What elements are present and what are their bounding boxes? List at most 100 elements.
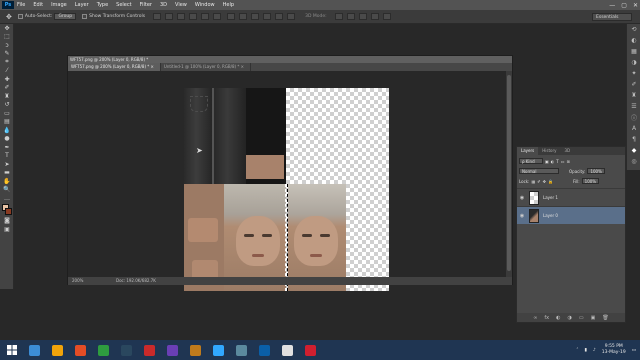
volume-icon[interactable]: ♪	[593, 348, 596, 353]
taskbar-app-icon[interactable]	[185, 340, 205, 360]
menu-file[interactable]: File	[17, 2, 25, 8]
channels-panel-icon[interactable]: ◎	[627, 156, 640, 167]
filter-type-icon[interactable]: T	[556, 159, 558, 164]
filter-shape-icon[interactable]: ▭	[561, 159, 565, 164]
distribute-left-icon[interactable]	[263, 13, 272, 20]
layers-panel-icon[interactable]: ◆	[627, 145, 640, 156]
marquee-tool-icon[interactable]: ⬚	[0, 33, 14, 42]
distribute-vcenter-icon[interactable]	[239, 13, 248, 20]
3d-roll-icon[interactable]	[346, 13, 355, 20]
lock-position-icon[interactable]: ✥	[543, 179, 546, 184]
hand-tool-icon[interactable]: ✋	[0, 177, 14, 186]
clone-stamp-tool-icon[interactable]: ♜	[0, 92, 14, 101]
canvas-area[interactable]: ➤	[68, 71, 506, 291]
menu-window[interactable]: Window	[195, 2, 215, 8]
lasso-tool-icon[interactable]: ↄ	[0, 41, 14, 50]
clock[interactable]: 9:55 PM 13-May-19	[602, 344, 626, 356]
doc-size-info[interactable]: Doc: 192.0K/682.7K	[116, 277, 156, 285]
layer-style-icon[interactable]: fx	[544, 315, 549, 321]
character-panel-icon[interactable]: A	[627, 123, 640, 134]
tray-chevron-icon[interactable]: ˄	[576, 348, 578, 353]
new-group-icon[interactable]: ▭	[579, 315, 584, 321]
tab-layers[interactable]: Layers	[517, 147, 539, 155]
visibility-eye-icon[interactable]: ◉	[517, 195, 527, 201]
menu-help[interactable]: Help	[223, 2, 234, 8]
screen-mode-icon[interactable]: ▣	[0, 225, 14, 234]
filter-smart-icon[interactable]: ⊞	[567, 159, 570, 164]
taskbar-app-icon[interactable]	[24, 340, 44, 360]
lock-transparent-icon[interactable]: ▦	[531, 179, 535, 184]
delete-layer-icon[interactable]: 🗑	[602, 315, 608, 321]
fill-field[interactable]: 100%	[581, 178, 600, 184]
filter-adjustment-icon[interactable]: ◐	[551, 159, 555, 164]
align-bottom-icon[interactable]	[177, 13, 186, 20]
3d-rotate-icon[interactable]	[334, 13, 343, 20]
menu-type[interactable]: Type	[97, 2, 108, 8]
healing-tool-icon[interactable]: ✚	[0, 75, 14, 84]
texture-image[interactable]: ➤	[184, 88, 389, 291]
info-panel-icon[interactable]: ⓘ	[627, 112, 640, 123]
show-transform-checkbox[interactable]	[82, 14, 88, 19]
tab-3d[interactable]: 3D	[560, 147, 574, 155]
history-panel-icon[interactable]: ⟲	[627, 24, 640, 35]
properties-panel-icon[interactable]: ☰	[627, 101, 640, 112]
layer-row[interactable]: ◉ Layer 1	[517, 188, 625, 206]
taskbar-app-icon[interactable]	[70, 340, 90, 360]
history-brush-tool-icon[interactable]: ↺	[0, 101, 14, 110]
taskbar-app-icon[interactable]	[93, 340, 113, 360]
move-tool-icon[interactable]: ✥	[0, 24, 14, 33]
taskbar-app-icon[interactable]	[116, 340, 136, 360]
eyedropper-tool-icon[interactable]: ⁄	[0, 67, 14, 76]
color-panel-icon[interactable]: ◐	[627, 35, 640, 46]
path-select-tool-icon[interactable]: ➤	[0, 160, 14, 169]
paragraph-panel-icon[interactable]: ¶	[627, 134, 640, 145]
pen-tool-icon[interactable]: ✒	[0, 143, 14, 152]
blend-mode-dropdown[interactable]: Normal	[519, 168, 559, 174]
vertical-scrollbar[interactable]	[506, 71, 512, 277]
document-title[interactable]: WFT57.png @ 200% (Layer 0, RGB/8) *	[68, 56, 512, 63]
edit-toolbar-icon[interactable]: …	[0, 194, 14, 203]
close-button[interactable]: ✕	[633, 2, 638, 9]
adjustment-layer-icon[interactable]: ◑	[568, 315, 572, 321]
maximize-button[interactable]: ▢	[621, 2, 627, 9]
link-layers-icon[interactable]: ∞	[533, 315, 537, 321]
taskbar-app-icon[interactable]	[208, 340, 228, 360]
zoom-tool-icon[interactable]: 🔍	[0, 186, 14, 195]
tab-untitled-1[interactable]: Untitled-1 @ 100% (Layer 0, RGB/8) * ×	[161, 63, 252, 71]
align-hcenter-icon[interactable]	[201, 13, 210, 20]
auto-select-checkbox[interactable]	[17, 14, 23, 19]
align-top-icon[interactable]	[153, 13, 162, 20]
tab-history[interactable]: History	[538, 147, 560, 155]
background-color-swatch[interactable]	[5, 207, 12, 215]
styles-panel-icon[interactable]: ✦	[627, 68, 640, 79]
blur-tool-icon[interactable]: 💧	[0, 126, 14, 135]
taskbar-app-icon[interactable]	[139, 340, 159, 360]
network-icon[interactable]: ▮	[584, 348, 586, 353]
workspace-switcher[interactable]: Essentials	[592, 13, 632, 21]
3d-scale-icon[interactable]	[382, 13, 391, 20]
crop-tool-icon[interactable]: ⌗	[0, 58, 14, 67]
align-left-icon[interactable]	[189, 13, 198, 20]
quick-mask-icon[interactable]: ◙	[0, 217, 14, 226]
vertical-scrollbar-thumb[interactable]	[507, 75, 511, 271]
color-swatches[interactable]	[0, 203, 14, 217]
kind-filter-dropdown[interactable]: ρ Kind	[519, 158, 543, 164]
quick-select-tool-icon[interactable]: ✎	[0, 50, 14, 59]
layer-mask-icon[interactable]: ◐	[556, 315, 560, 321]
visibility-eye-icon[interactable]: ◉	[517, 213, 527, 219]
3d-slide-icon[interactable]	[370, 13, 379, 20]
swatches-panel-icon[interactable]: ▦	[627, 46, 640, 57]
layer-row-selected[interactable]: ◉ Layer 0	[517, 206, 625, 224]
shape-tool-icon[interactable]: ▬	[0, 169, 14, 178]
distribute-hcenter-icon[interactable]	[275, 13, 284, 20]
taskbar-app-icon[interactable]	[254, 340, 274, 360]
menu-select[interactable]: Select	[116, 2, 131, 8]
brush-panel-icon[interactable]: ✐	[627, 79, 640, 90]
taskbar-app-icon[interactable]	[300, 340, 320, 360]
distribute-right-icon[interactable]	[287, 13, 296, 20]
3d-drag-icon[interactable]	[358, 13, 367, 20]
notifications-icon[interactable]: ▭	[632, 348, 636, 353]
menu-image[interactable]: Image	[51, 2, 67, 8]
adjustments-panel-icon[interactable]: ◑	[627, 57, 640, 68]
move-tool-icon[interactable]: ✥	[6, 13, 12, 21]
